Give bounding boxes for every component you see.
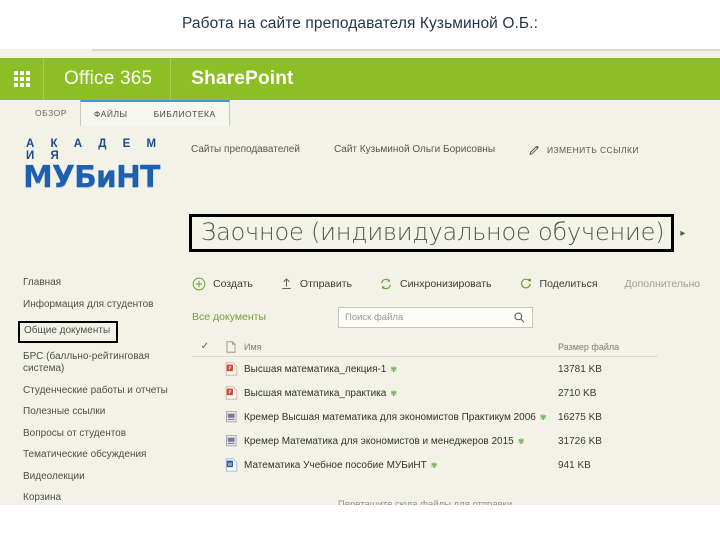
new-button[interactable]: Создать: [192, 277, 253, 291]
office365-suite-bar: Office 365 SharePoint: [0, 58, 720, 100]
svg-text:P: P: [228, 390, 231, 396]
upload-arrow-icon: [282, 278, 291, 290]
edit-links-label: ИЗМЕНИТЬ ССЫЛКИ: [547, 144, 639, 155]
table-row[interactable]: Кремер Высшая математика для экономистов…: [192, 405, 658, 429]
toplink-kuzmina-site[interactable]: Сайт Кузьминой Ольги Борисовны: [334, 144, 495, 155]
current-view-selector[interactable]: Все документы: [192, 311, 266, 323]
search-input[interactable]: Поиск файла: [338, 307, 533, 328]
library-title-area: Заочное (индивидуальное обучение) ▸: [189, 214, 685, 252]
file-size: 13781 KB: [558, 363, 602, 375]
sidebar-item-videolekcii[interactable]: Видеолекции: [23, 471, 173, 484]
column-header-name[interactable]: Имя: [244, 342, 558, 352]
plus-circle-icon: [192, 277, 206, 291]
file-list: P Высшая математика_лекция-1 ✾ 13781 KB …: [192, 357, 658, 477]
toplink-teacher-sites[interactable]: Сайты преподавателей: [191, 144, 300, 155]
browser-top-divider: [92, 49, 720, 51]
ribbon-active-tab-group: ФАЙЛЫ БИБЛИОТЕКА: [79, 100, 230, 126]
file-name-link[interactable]: Высшая математика_практика ✾: [244, 388, 558, 399]
tab-faily[interactable]: ФАЙЛЫ: [81, 102, 141, 126]
djvu-file-icon: [218, 410, 244, 424]
file-name-link[interactable]: Кремер Высшая математика для экономистов…: [244, 412, 558, 423]
powerpoint-file-icon: P: [218, 386, 244, 400]
file-name-text: Кремер Высшая математика для экономистов…: [244, 411, 536, 423]
top-navigation: Сайты преподавателей Сайт Кузьминой Ольг…: [191, 144, 639, 155]
sidebar-item-obshie-dokumenty[interactable]: Общие документы: [18, 321, 119, 343]
file-name-text: Высшая математика_практика: [244, 387, 387, 399]
quick-launch-nav: Главная Информация для студентов Общие д…: [18, 277, 183, 505]
share-button[interactable]: Поделиться: [519, 277, 598, 291]
sidebar-item-glavnaya[interactable]: Главная: [23, 277, 173, 290]
new-button-label: Создать: [213, 278, 253, 290]
djvu-file-icon: [218, 434, 244, 448]
file-name-link[interactable]: Математика Учебное пособие МУБиНТ ✾: [244, 460, 558, 471]
view-and-search-row: Все документы Поиск файла: [192, 307, 542, 329]
table-row[interactable]: Кремер Математика для экономистов и мене…: [192, 429, 658, 453]
file-size: 2710 KB: [558, 387, 597, 399]
file-name-link[interactable]: Кремер Математика для экономистов и мене…: [244, 436, 558, 447]
svg-text:P: P: [228, 366, 231, 372]
share-icon: [520, 278, 531, 289]
file-size: 941 KB: [558, 459, 591, 471]
tab-obzor[interactable]: ОБЗОР: [22, 100, 80, 126]
page-title: Работа на сайте преподавателя Кузьминой …: [182, 15, 538, 32]
table-row[interactable]: P Высшая математика_лекция-1 ✾ 13781 KB: [192, 357, 658, 381]
logo-academy-text: А К А Д Е М И Я: [26, 138, 163, 162]
file-dropzone[interactable]: Перетащите сюда файлы для отправки: [192, 499, 658, 505]
tab-biblioteka[interactable]: БИБЛИОТЕКА: [141, 102, 229, 126]
logo-mubint-text: МУБиНТ: [23, 160, 160, 195]
document-icon: [218, 340, 244, 353]
svg-text:W: W: [227, 462, 232, 468]
library-title[interactable]: Заочное (индивидуальное обучение): [201, 218, 665, 246]
table-row[interactable]: P Высшая математика_практика ✾ 2710 KB: [192, 381, 658, 405]
new-item-flag: ✾: [539, 412, 547, 422]
office365-brand[interactable]: Office 365: [44, 58, 172, 100]
new-item-flag: ✾: [430, 460, 438, 470]
new-item-flag: ✾: [390, 364, 398, 374]
sync-button[interactable]: Синхронизировать: [379, 277, 492, 291]
share-button-label: Поделиться: [539, 278, 598, 290]
search-placeholder: Поиск файла: [345, 312, 404, 323]
screenshot-frame: Office 365 SharePoint ОБЗОР ФАЙЛЫ БИБЛИО…: [0, 49, 720, 505]
new-item-flag: ✾: [517, 436, 525, 446]
upload-button-label: Отправить: [299, 278, 352, 290]
powerpoint-file-icon: P: [218, 362, 244, 376]
file-name-text: Математика Учебное пособие МУБиНТ: [244, 459, 427, 471]
chevron-right-icon[interactable]: ▸: [680, 228, 685, 239]
sidebar-item-poleznye-ssylki[interactable]: Полезные ссылки: [23, 406, 173, 419]
file-name-text: Кремер Математика для экономистов и мене…: [244, 435, 514, 447]
upload-button[interactable]: Отправить: [280, 277, 352, 291]
edit-links-button[interactable]: ИЗМЕНИТЬ ССЫЛКИ: [529, 144, 639, 155]
sync-button-label: Синхронизировать: [399, 278, 492, 290]
more-options-button[interactable]: Дополнительно: [625, 278, 701, 290]
sidebar-item-informaciya[interactable]: Информация для студентов: [23, 299, 173, 312]
sidebar-item-tematicheskie[interactable]: Тематические обсуждения: [23, 449, 173, 462]
sidebar-item-voprosy[interactable]: Вопросы от студентов: [23, 428, 173, 441]
file-size: 31726 KB: [558, 435, 602, 447]
more-options-label: Дополнительно: [624, 278, 701, 290]
sidebar-item-brs[interactable]: БРС (балльно-рейтинговая система): [23, 351, 173, 376]
sync-icon: [381, 278, 391, 290]
pencil-icon: [529, 145, 539, 155]
select-all-checkbox[interactable]: ✓: [192, 341, 218, 352]
site-logo[interactable]: А К А Д Е М И Я МУБиНТ: [23, 138, 183, 193]
search-icon[interactable]: [513, 311, 526, 324]
library-command-bar: Создать Отправить Синхронизировать Подел…: [192, 277, 700, 291]
file-list-header: ✓ Имя Размер файла: [192, 337, 658, 357]
file-name-link[interactable]: Высшая математика_лекция-1 ✾: [244, 364, 558, 375]
file-size: 16275 KB: [558, 411, 602, 423]
column-header-size[interactable]: Размер файла: [558, 342, 658, 352]
sidebar-item-korzina[interactable]: Корзина: [23, 492, 173, 505]
app-launcher-icon[interactable]: [0, 58, 44, 100]
sharepoint-app-label[interactable]: SharePoint: [171, 68, 293, 90]
library-title-highlight: Заочное (индивидуальное обучение): [189, 214, 675, 252]
new-item-flag: ✾: [390, 388, 398, 398]
ribbon-tabs: ОБЗОР ФАЙЛЫ БИБЛИОТЕКА: [0, 100, 720, 126]
table-row[interactable]: W Математика Учебное пособие МУБиНТ ✾ 94…: [192, 453, 658, 477]
file-name-text: Высшая математика_лекция-1: [244, 363, 387, 375]
word-file-icon: W: [218, 458, 244, 472]
sidebar-item-studencheskie-raboty[interactable]: Студенческие работы и отчеты: [23, 385, 173, 398]
